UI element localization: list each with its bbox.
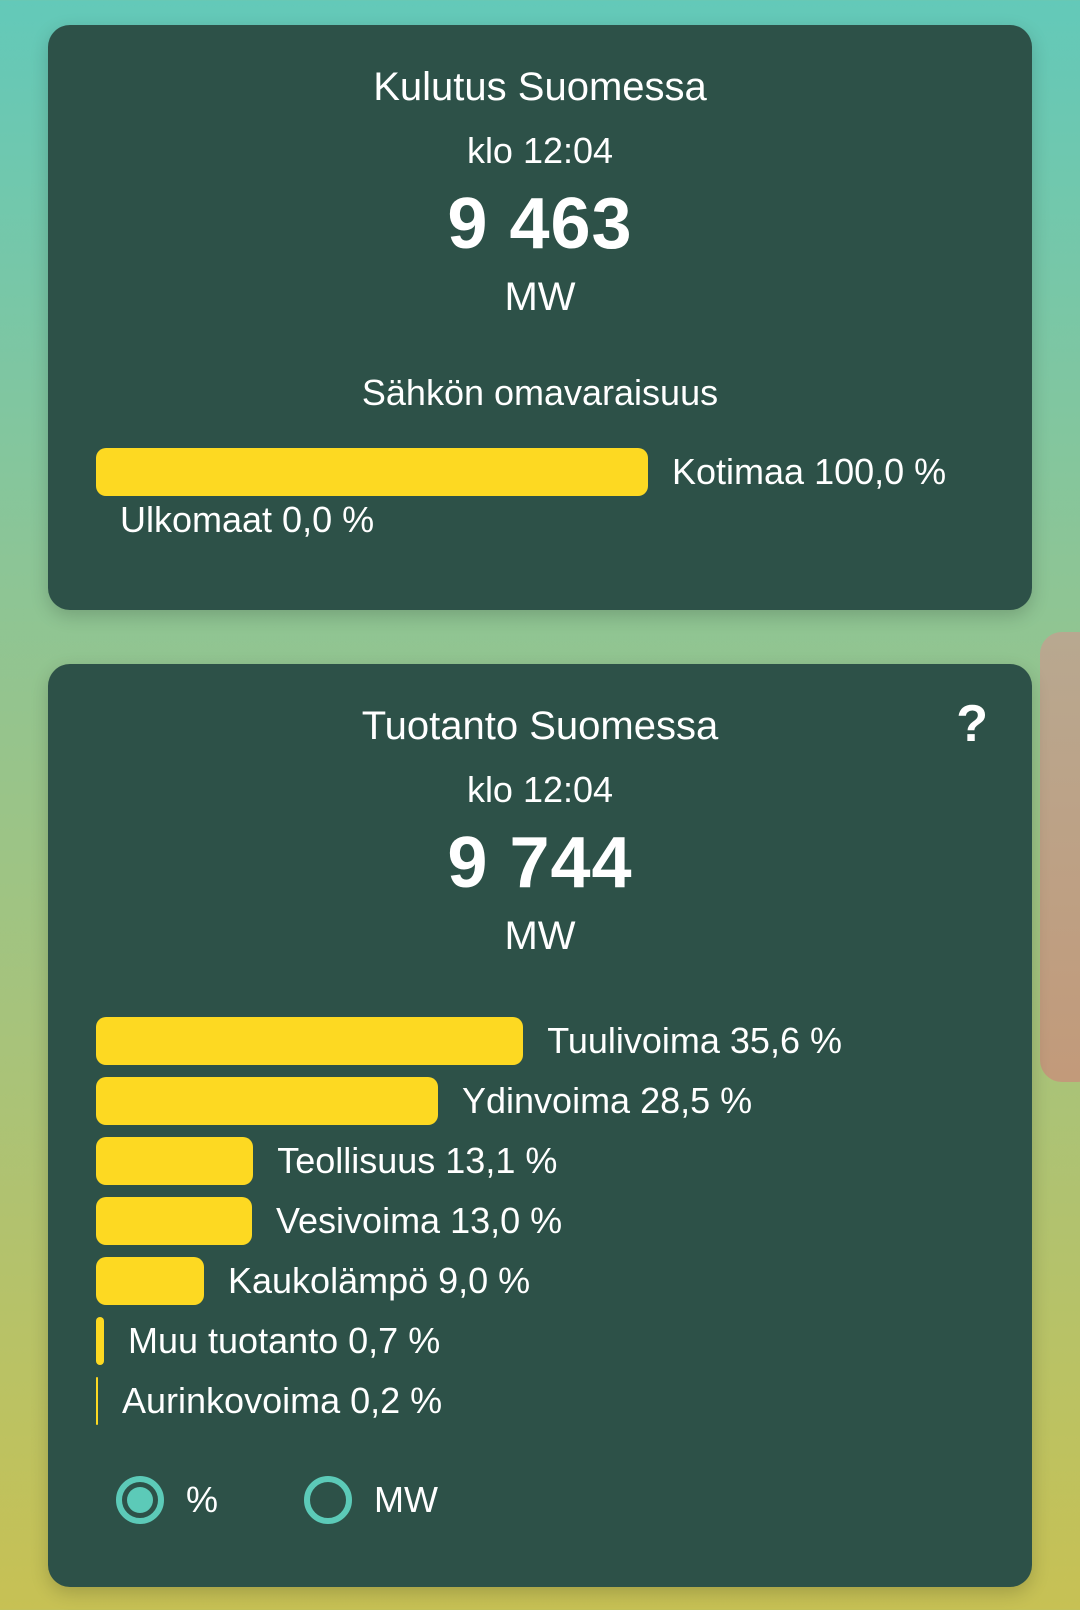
radio-mw-label[interactable]: MW xyxy=(374,1479,438,1521)
source-bar-nuclear xyxy=(96,1077,438,1125)
radio-selected-dot xyxy=(127,1487,153,1513)
source-row-hydro: Vesivoima 13,0 % xyxy=(96,1197,562,1245)
foreign-label: Ulkomaat 0,0 % xyxy=(120,499,375,540)
source-bar-other xyxy=(96,1317,104,1365)
source-bar-industry xyxy=(96,1137,254,1185)
source-label-nuclear: Ydinvoima 28,5 % xyxy=(462,1080,753,1121)
source-label-industry: Teollisuus 13,1 % xyxy=(277,1140,558,1181)
source-bar-hydro xyxy=(96,1197,252,1245)
source-row-other: Muu tuotanto 0,7 % xyxy=(96,1317,440,1365)
production-value: 9 744 xyxy=(447,823,633,903)
next-card-peek[interactable] xyxy=(1040,632,1080,1082)
source-row-solar: Aurinkovoima 0,2 % xyxy=(96,1377,442,1425)
production-time: klo 12:04 xyxy=(466,769,614,810)
radio-mw[interactable] xyxy=(304,1476,353,1524)
radio-percent-label[interactable]: % xyxy=(186,1479,218,1521)
domestic-bar xyxy=(96,448,648,496)
source-bar-district-heat xyxy=(96,1257,204,1305)
source-row-industry: Teollisuus 13,1 % xyxy=(96,1137,557,1185)
source-label-solar: Aurinkovoima 0,2 % xyxy=(122,1380,443,1421)
source-label-hydro: Vesivoima 13,0 % xyxy=(276,1200,563,1241)
consumption-value: 9 463 xyxy=(447,184,633,264)
domestic-row: Kotimaa 100,0 % xyxy=(96,448,946,496)
source-row-district-heat: Kaukolämpö 9,0 % xyxy=(96,1257,530,1305)
source-label-other: Muu tuotanto 0,7 % xyxy=(128,1320,441,1361)
source-bar-wind xyxy=(96,1017,524,1065)
domestic-label: Kotimaa 100,0 % xyxy=(672,451,947,492)
consumption-unit: MW xyxy=(504,275,576,319)
unit-toggle: % MW xyxy=(116,1472,438,1528)
radio-percent[interactable] xyxy=(116,1476,164,1524)
consumption-title: Kulutus Suomessa xyxy=(373,65,707,109)
consumption-card: Kulutus Suomessa klo 12:04 9 463 MW Sähk… xyxy=(48,25,1032,610)
self-sufficiency-title: Sähkön omavaraisuus xyxy=(361,372,719,413)
consumption-time: klo 12:04 xyxy=(466,130,614,171)
production-unit: MW xyxy=(504,914,576,958)
source-row-wind: Tuulivoima 35,6 % xyxy=(96,1017,842,1065)
source-row-nuclear: Ydinvoima 28,5 % xyxy=(96,1077,752,1125)
source-label-district-heat: Kaukolämpö 9,0 % xyxy=(228,1260,531,1301)
production-card: ? Tuotanto Suomessa klo 12:04 9 744 MW T… xyxy=(48,664,1032,1587)
source-bar-solar xyxy=(96,1377,98,1425)
production-title: Tuotanto Suomessa xyxy=(361,704,719,748)
source-label-wind: Tuulivoima 35,6 % xyxy=(547,1020,842,1061)
